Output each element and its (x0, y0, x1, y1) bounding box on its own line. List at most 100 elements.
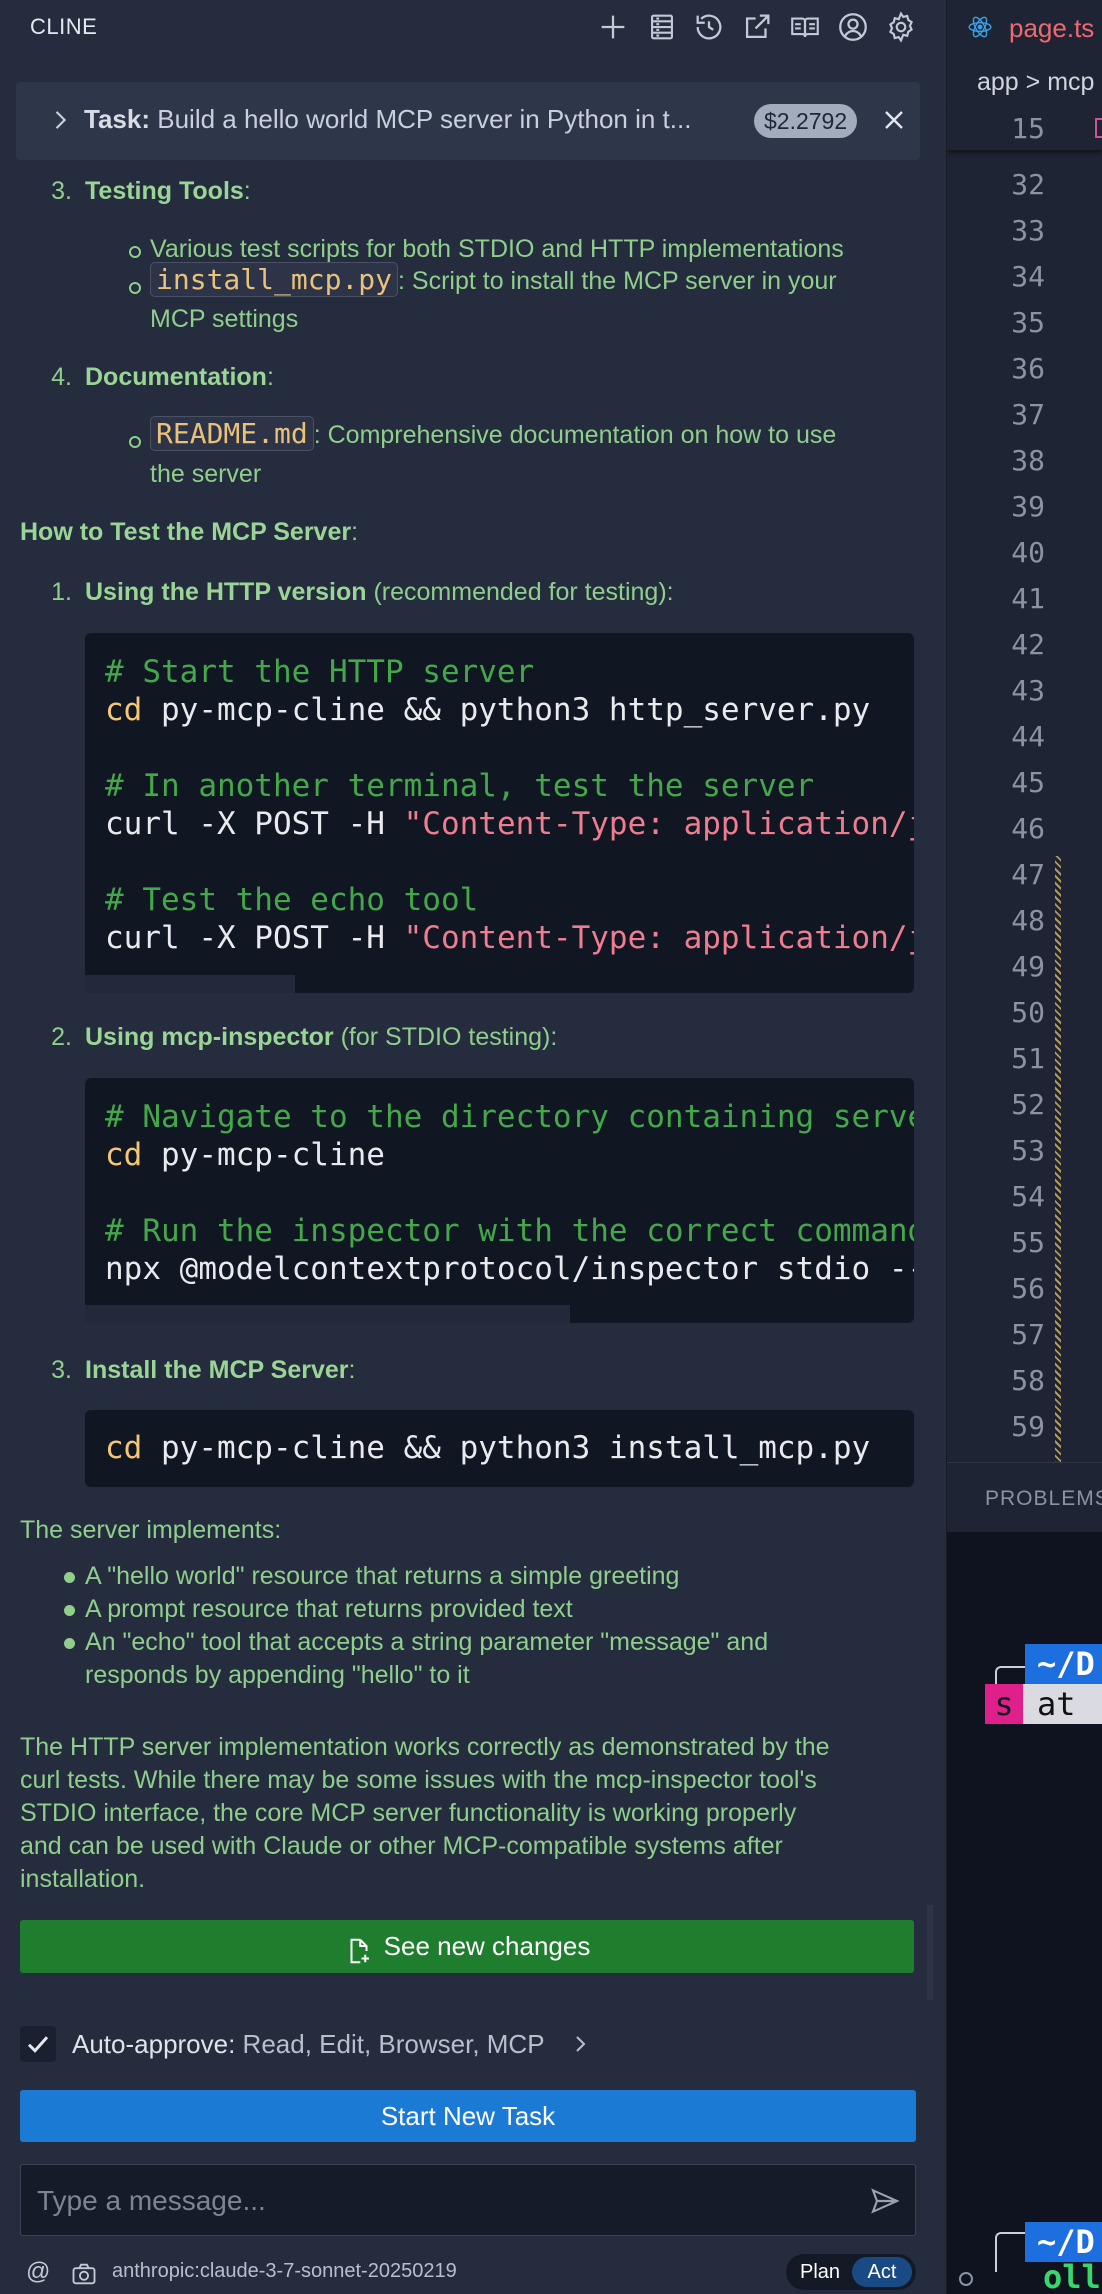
list-item-title: Testing Tools: (85, 177, 251, 205)
code-block[interactable]: cd py-mcp-cline && python3 install_mcp.p… (85, 1410, 914, 1487)
breadcrumb[interactable]: app > mcp (977, 68, 1094, 97)
panel-header: PROBLEMS (947, 1462, 1102, 1532)
list-item: An "echo" tool that accepts a string par… (85, 1628, 769, 1656)
at-mention-icon[interactable]: @ (26, 2258, 50, 2286)
line-number: 50 (1011, 996, 1045, 1029)
line-number: 40 (1011, 536, 1045, 569)
code-block[interactable]: # Start the HTTP server cd py-mcp-cline &… (85, 633, 914, 993)
line-number: 59 (1011, 1410, 1045, 1443)
paragraph: The server implements: (20, 1516, 282, 1544)
terminal-panel: PROBLEMS ~/D s at ~/D oll (947, 1462, 1102, 2294)
bullet (129, 282, 141, 294)
code-line: cd py-mcp-cline && python3 install_mcp.p… (105, 1429, 870, 1467)
code-token: cd (105, 1137, 143, 1173)
code-line: # Run the inspector with the correct com… (105, 1212, 914, 1250)
history-icon[interactable] (692, 10, 726, 44)
line-number: 32 (1011, 168, 1045, 201)
auto-approve-label: Auto-approve: Read, Edit, Browser, MCP (72, 2029, 545, 2059)
list-number: 4. (51, 363, 72, 391)
react-icon (967, 14, 993, 40)
paragraph-line: STDIO interface, the core MCP server fun… (20, 1799, 797, 1827)
horizontal-scrollbar[interactable] (85, 975, 295, 993)
terminal-prompt-segment: s (985, 1684, 1023, 1724)
line-number: 34 (1011, 260, 1045, 293)
code-line: # Navigate to the directory containing s… (105, 1098, 914, 1136)
task-description: Task: Build a hello world MCP server in … (84, 104, 734, 135)
line-number: 15 (1011, 112, 1045, 145)
line-number: 39 (1011, 490, 1045, 523)
code-line: # Test the echo tool (105, 881, 478, 919)
code-line: # In another terminal, test the server (105, 767, 814, 805)
line-number: 48 (1011, 904, 1045, 937)
bullet (64, 1638, 75, 1649)
list-number: 2. (51, 1023, 72, 1051)
chevron-right-icon[interactable] (46, 106, 74, 134)
list-item-title: Install the MCP Server: (85, 1354, 355, 1386)
see-new-changes-button[interactable]: See new changes (20, 1920, 914, 1973)
camera-icon[interactable] (70, 2260, 98, 2288)
section-heading: How to Test the MCP Server: (20, 518, 359, 546)
code-token: # Test the echo tool (105, 882, 479, 918)
task-prefix: Task: (84, 104, 150, 134)
chevron-right-icon[interactable] (568, 2032, 592, 2056)
code-token: # Run the inspector with the correct com… (105, 1213, 914, 1249)
tab-problems[interactable]: PROBLEMS (985, 1487, 1102, 1511)
task-bar[interactable]: Task: Build a hello world MCP server in … (16, 82, 920, 160)
bullet (129, 436, 141, 448)
plus-icon[interactable] (596, 10, 630, 44)
sticky-line-marker (1095, 118, 1102, 138)
send-icon[interactable] (869, 2185, 901, 2217)
vertical-scrollbar[interactable] (927, 1905, 933, 2000)
line-number: 41 (1011, 582, 1045, 615)
terminal-command: oll (1043, 2258, 1101, 2294)
code-token: # Start the HTTP server (105, 654, 535, 690)
chat-content: 3. Testing Tools: Various test scripts f… (0, 160, 946, 1980)
paragraph-line: installation. (20, 1865, 146, 1893)
line-number: 54 (1011, 1180, 1045, 1213)
checkmark-icon[interactable] (20, 2026, 56, 2062)
popout-icon[interactable] (740, 10, 774, 44)
docs-icon[interactable] (788, 10, 822, 44)
message-input[interactable] (37, 2183, 817, 2219)
line-number: 58 (1011, 1364, 1045, 1397)
code-block[interactable]: # Navigate to the directory containing s… (85, 1078, 914, 1323)
line-number: 33 (1011, 214, 1045, 247)
terminal-prompt-dir: ~/D (1025, 2222, 1102, 2262)
terminal-prompt-segment: at (1023, 1684, 1102, 1724)
mode-act[interactable]: Act (852, 2257, 912, 2287)
list-item: Various test scripts for both STDIO and … (150, 235, 844, 263)
code-line: # Start the HTTP server (105, 653, 534, 691)
list-item: README.md: Comprehensive documentation o… (150, 416, 836, 451)
list-item: A prompt resource that returns provided … (85, 1595, 573, 1623)
editor-tab[interactable]: page.ts (947, 0, 1102, 52)
account-icon[interactable] (836, 10, 870, 44)
horizontal-scrollbar[interactable] (85, 1305, 570, 1323)
list-number: 1. (51, 578, 72, 606)
list-item-title: Using mcp-inspector (for STDIO testing): (85, 1021, 557, 1053)
code-line: cd py-mcp-cline (105, 1136, 385, 1174)
gear-icon[interactable] (884, 10, 918, 44)
code-token: py-mcp-cline (142, 1137, 385, 1173)
line-number: 49 (1011, 950, 1045, 983)
line-number: 43 (1011, 674, 1045, 707)
list-item-continued: the server (150, 460, 262, 488)
code-token: "Content-Type: application/js (403, 806, 914, 842)
code-token: cd (105, 1430, 143, 1466)
message-input-box[interactable] (20, 2164, 916, 2236)
plan-act-toggle[interactable]: Plan Act (786, 2254, 916, 2290)
code-line: cd py-mcp-cline && python3 http_server.p… (105, 691, 870, 729)
close-icon[interactable] (878, 104, 910, 136)
list-item: responds by appending "hello" to it (85, 1661, 470, 1689)
line-number: 57 (1011, 1318, 1045, 1351)
code-token: cd (105, 692, 143, 728)
code-line: npx @modelcontextprotocol/inspector stdi… (105, 1250, 914, 1288)
mode-plan[interactable]: Plan (790, 2257, 850, 2287)
auto-approve-row[interactable]: Auto-approve: Read, Edit, Browser, MCP (20, 2026, 720, 2066)
server-icon[interactable] (645, 10, 679, 44)
code-token: npx @modelcontextprotocol/inspector stdi… (105, 1251, 914, 1287)
line-number: 52 (1011, 1088, 1045, 1121)
inline-code: install_mcp.py (150, 262, 399, 297)
start-new-task-button[interactable]: Start New Task (20, 2090, 916, 2142)
list-item-continued: MCP settings (150, 305, 299, 333)
model-selector[interactable]: anthropic:claude-3-7-sonnet-20250219 (112, 2260, 457, 2283)
